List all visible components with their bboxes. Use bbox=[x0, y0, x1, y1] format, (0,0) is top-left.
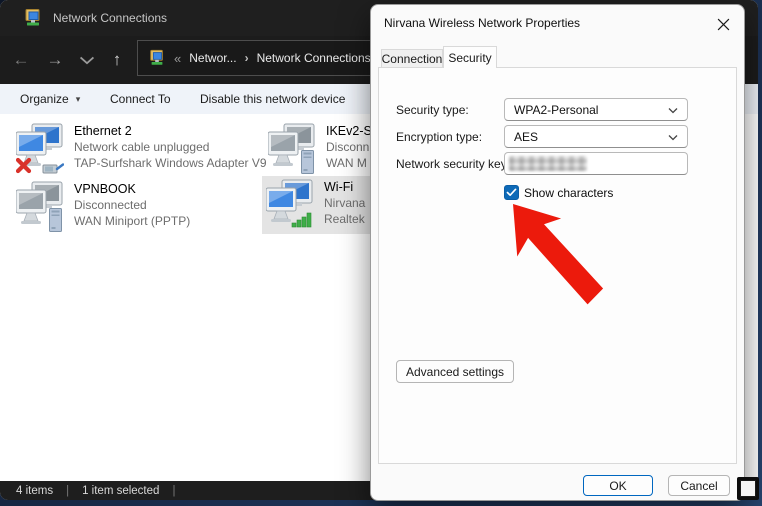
breadcrumb-separator-icon: › bbox=[244, 51, 249, 65]
security-type-label: Security type: bbox=[396, 103, 469, 117]
vpn-adapter-icon bbox=[16, 181, 64, 232]
background-window-icon bbox=[737, 477, 759, 500]
connection-item-vpnbook[interactable]: VPNBOOK Disconnected WAN Miniport (PPTP) bbox=[12, 178, 272, 236]
breadcrumb-current[interactable]: Network Connections bbox=[257, 51, 371, 65]
network-security-key-input[interactable] bbox=[504, 152, 688, 175]
address-bar-location-icon bbox=[150, 49, 163, 65]
cancel-button[interactable]: Cancel bbox=[668, 475, 730, 496]
breadcrumb-parent[interactable]: Networ... bbox=[189, 51, 236, 65]
connection-device: WAN Miniport (PPTP) bbox=[74, 214, 191, 228]
tab-security[interactable]: Security bbox=[443, 46, 497, 68]
connection-status: Nirvana bbox=[324, 196, 366, 210]
security-type-value: WPA2-Personal bbox=[514, 102, 599, 117]
selection-count: 1 item selected bbox=[82, 484, 160, 497]
connection-status: Network cable unplugged bbox=[74, 140, 210, 154]
network-connections-app-icon bbox=[25, 9, 40, 26]
desktop: Network Connections ← → ↑ « Networ... › … bbox=[0, 0, 762, 506]
tab-connection[interactable]: Connection bbox=[381, 49, 443, 68]
ok-button[interactable]: OK bbox=[583, 475, 653, 496]
recent-locations-chevron-icon[interactable] bbox=[78, 54, 96, 66]
connection-name: VPNBOOK bbox=[74, 182, 136, 196]
show-characters-checkbox[interactable] bbox=[504, 185, 519, 200]
chevron-down-icon bbox=[668, 135, 678, 141]
network-security-key-label: Network security key bbox=[396, 157, 507, 171]
encryption-type-dropdown[interactable]: AES bbox=[504, 125, 688, 148]
signal-bars-icon bbox=[291, 212, 312, 228]
wifi-connected-icon bbox=[266, 179, 314, 228]
organize-caret-icon: ▾ bbox=[75, 94, 81, 104]
status-divider: | bbox=[172, 484, 176, 497]
up-icon[interactable]: ↑ bbox=[104, 47, 130, 73]
organize-menu-button[interactable]: Organize ▾ bbox=[20, 84, 80, 114]
connect-to-button[interactable]: Connect To bbox=[110, 84, 171, 114]
vpn-adapter-icon bbox=[268, 123, 316, 174]
back-icon[interactable]: ← bbox=[8, 47, 34, 73]
background-window-icon-inner bbox=[740, 480, 756, 497]
connection-device: Realtek bbox=[324, 212, 365, 226]
ethernet-unplugged-icon bbox=[16, 123, 64, 174]
connection-device: TAP-Surfshark Windows Adapter V9 bbox=[74, 156, 267, 170]
connection-item-ethernet2[interactable]: Ethernet 2 Network cable unplugged TAP-S… bbox=[12, 120, 272, 178]
disable-network-device-button[interactable]: Disable this network device bbox=[200, 84, 345, 114]
connection-name: Ethernet 2 bbox=[74, 124, 132, 138]
close-icon[interactable] bbox=[711, 12, 735, 36]
chevron-down-icon bbox=[668, 108, 678, 114]
window-title: Network Connections bbox=[53, 11, 168, 25]
checkmark-icon bbox=[506, 188, 517, 197]
show-characters-label: Show characters bbox=[524, 186, 614, 200]
encryption-type-value: AES bbox=[514, 129, 539, 144]
status-divider: | bbox=[66, 484, 70, 497]
advanced-settings-button[interactable]: Advanced settings bbox=[396, 360, 514, 383]
dialog-title: Nirvana Wireless Network Properties bbox=[384, 16, 581, 30]
redacted-password-value bbox=[509, 156, 587, 171]
breadcrumb-overflow-chevron[interactable]: « bbox=[174, 51, 181, 66]
connection-name: Wi-Fi bbox=[324, 180, 354, 194]
encryption-type-label: Encryption type: bbox=[396, 130, 483, 144]
forward-icon[interactable]: → bbox=[42, 47, 68, 73]
security-type-dropdown[interactable]: WPA2-Personal bbox=[504, 98, 688, 121]
wireless-network-properties-dialog: Nirvana Wireless Network Properties Conn… bbox=[370, 4, 745, 501]
connection-status: Disconnected bbox=[74, 198, 147, 212]
items-count: 4 items bbox=[16, 484, 54, 497]
